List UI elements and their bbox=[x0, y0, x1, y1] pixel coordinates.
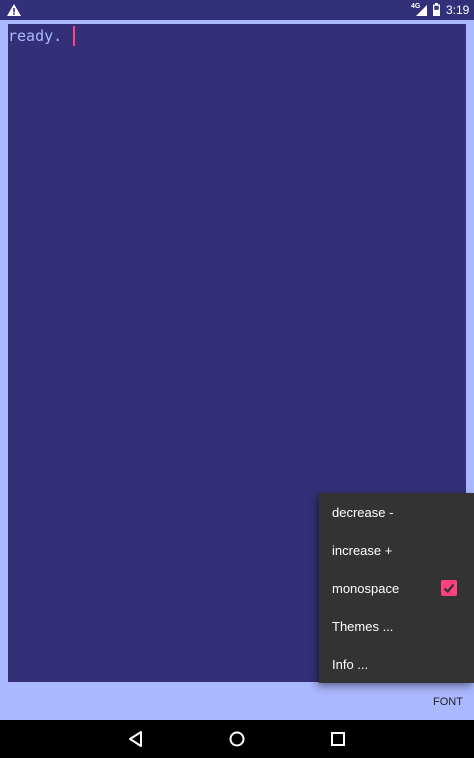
menu-item-increase[interactable]: increase + bbox=[319, 531, 474, 569]
font-button[interactable]: FONT bbox=[422, 690, 474, 714]
check-icon bbox=[443, 583, 455, 594]
menu-item-label: Themes ... bbox=[332, 618, 394, 634]
menu-item-label: Info ... bbox=[332, 656, 369, 672]
text-cursor bbox=[73, 26, 75, 46]
status-bar: 4G 3:19 bbox=[0, 0, 474, 20]
menu-item-monospace[interactable]: monospace bbox=[319, 569, 474, 607]
menu-item-label: decrease - bbox=[332, 504, 394, 520]
navigation-bar bbox=[0, 720, 474, 758]
recents-icon[interactable] bbox=[328, 729, 348, 749]
back-icon[interactable] bbox=[126, 729, 146, 749]
battery-icon bbox=[433, 3, 440, 16]
menu-item-themes[interactable]: Themes ... bbox=[319, 607, 474, 645]
menu-item-label: monospace bbox=[332, 580, 400, 596]
menu-item-label: increase + bbox=[332, 542, 393, 558]
signal-icon bbox=[416, 5, 427, 16]
editor-text[interactable]: ready. bbox=[8, 27, 62, 45]
menu-item-info[interactable]: Info ... bbox=[319, 645, 474, 683]
home-icon[interactable] bbox=[227, 729, 247, 749]
monospace-checkbox[interactable] bbox=[441, 580, 457, 596]
clock: 3:19 bbox=[446, 3, 470, 17]
menu-item-decrease[interactable]: decrease - bbox=[319, 493, 474, 531]
font-menu: decrease - increase + monospace Themes .… bbox=[319, 493, 474, 683]
warning-icon bbox=[7, 4, 21, 16]
